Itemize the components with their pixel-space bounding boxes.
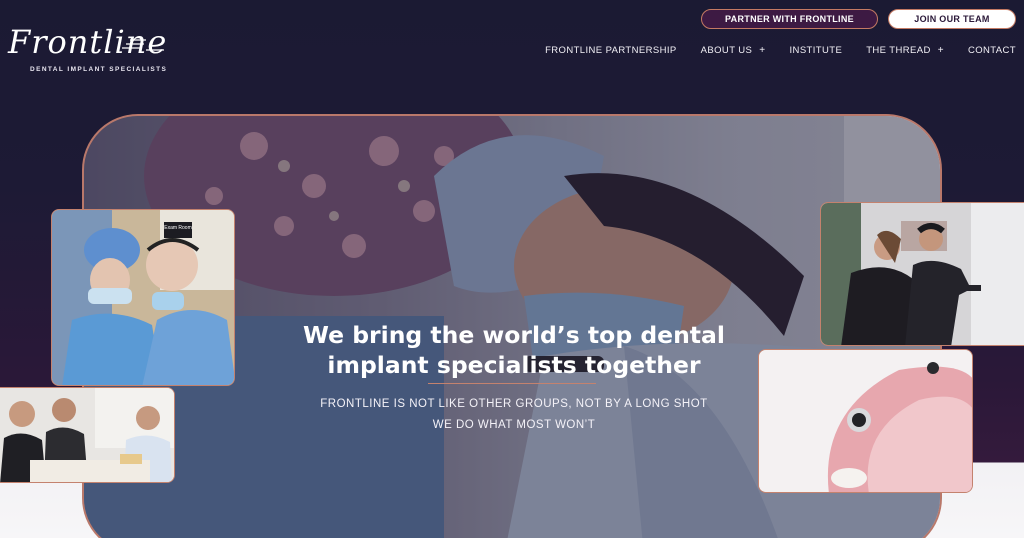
implant-model-image <box>759 350 972 492</box>
exam-room-sign: Exam Room <box>164 225 192 231</box>
photo-dental-team-exam-room: Exam Room <box>51 209 235 386</box>
expand-plus-icon[interactable]: + <box>759 45 765 56</box>
headline-divider <box>428 383 596 384</box>
nav-about-us[interactable]: ABOUT US + <box>701 45 766 56</box>
nav-institute[interactable]: INSTITUTE <box>790 45 843 56</box>
headline-line-2: implant specialists together <box>327 351 701 379</box>
headline-line-1: We bring the world’s top dental <box>303 321 725 349</box>
nav-contact[interactable]: CONTACT <box>968 45 1016 56</box>
expand-plus-icon[interactable]: + <box>938 45 944 56</box>
nav-label: CONTACT <box>967 45 1016 56</box>
frontline-logo[interactable]: Frontline DENTAL IMPLANT SPECIALISTS <box>8 26 168 76</box>
logo-tagline: DENTAL IMPLANT SPECIALISTS <box>30 66 168 73</box>
consultation-image <box>821 203 1024 345</box>
nav-the-thread[interactable]: THE THREAD + <box>866 45 944 56</box>
partner-with-frontline-button[interactable]: PARTNER WITH FRONTLINE <box>701 9 878 29</box>
main-nav: FRONTLINE PARTNERSHIP ABOUT US + INSTITU… <box>521 45 1016 56</box>
photo-implant-model <box>758 349 973 493</box>
nav-label: INSTITUTE <box>789 45 843 56</box>
join-our-team-button[interactable]: JOIN OUR TEAM <box>888 9 1016 29</box>
logo-swoosh-icon <box>122 39 164 51</box>
photo-team-meeting <box>0 387 175 483</box>
team-meeting-image <box>0 388 174 482</box>
nav-label: FRONTLINE PARTNERSHIP <box>545 45 677 56</box>
dental-team-image: Exam Room <box>52 210 234 385</box>
photo-consultation <box>820 202 1024 346</box>
nav-frontline-partnership[interactable]: FRONTLINE PARTNERSHIP <box>545 45 677 56</box>
nav-label: ABOUT US <box>700 45 753 56</box>
nav-label: THE THREAD <box>866 45 931 56</box>
